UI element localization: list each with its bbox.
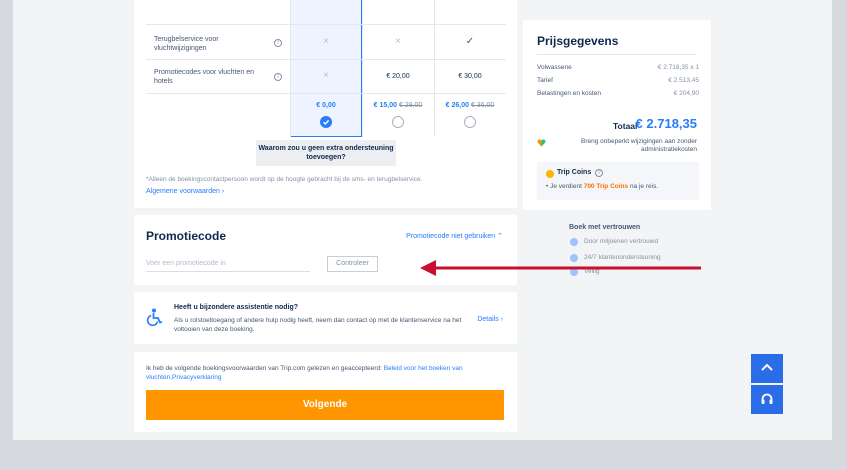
cell-value: € 20,00 [386, 73, 410, 80]
price-premium: € 26,00 € 36,00 [445, 102, 495, 109]
row-label: Promotiecodes voor vluchten en hotels [154, 69, 254, 85]
trip-coins-title: Trip Coins [557, 169, 592, 176]
trust-title: Boek met vertrouwen [569, 224, 641, 231]
next-button[interactable]: Volgende [146, 390, 504, 420]
contact-note: *Alleen de boekingscontactpersoon wordt … [146, 176, 423, 183]
annotation-arrow [420, 257, 702, 279]
check-circle-icon [570, 238, 578, 246]
included-icon: ✓ [465, 36, 475, 47]
help-icon[interactable]: ? [595, 169, 603, 177]
flex-change-text: Breng onbeperkt wijzigingen aan zonder a… [581, 138, 697, 153]
confirm-card: Ik heb de volgende boekingsvoorwaarden v… [134, 352, 517, 432]
not-included-icon: × [323, 70, 329, 81]
table-row: Terugbelservice voor vluchtwijzigingen i… [146, 24, 506, 60]
support-comparison-card: Terugbelservice voor vluchtwijzigingen i… [134, 0, 517, 208]
cell-value: € 30,00 [458, 73, 482, 80]
total-label: Totaal [613, 121, 638, 131]
price-line: Belastingen en kosten € 204,90 [537, 90, 699, 97]
wheelchair-icon [146, 308, 164, 326]
radio-plus[interactable] [392, 116, 404, 128]
trip-coins-box: Trip Coins ? • Je verdient 700 Trip Coin… [537, 162, 699, 200]
coin-icon [546, 170, 554, 178]
chevron-up-icon [761, 363, 773, 371]
price-row: € 0,00 € 15,00 € 29,00 € 26,00 € 36,00 [146, 94, 506, 137]
terms-link[interactable]: Algemene voorwaarden › [146, 188, 224, 195]
details-link[interactable]: Details › [477, 316, 503, 323]
check-icon [323, 119, 330, 126]
summary-title: Prijsgegevens [537, 34, 619, 48]
info-icon[interactable]: i [274, 73, 282, 81]
terms-statement: Ik heb de volgende boekingsvoorwaarden v… [146, 365, 463, 381]
promo-title: Promotiecode [146, 229, 227, 243]
check-promo-button[interactable]: Controleer [327, 256, 378, 272]
table-row: Promotiecodes voor vluchten en hotels i … [146, 60, 506, 94]
promo-toggle-link[interactable]: Promotiecode niet gebruiken ⌃ [406, 232, 503, 240]
info-icon[interactable]: i [274, 39, 282, 47]
radio-basic[interactable] [320, 116, 332, 128]
trip-coins-text: • Je verdient 700 Trip Coins na je reis. [546, 183, 659, 190]
why-no-extra-support-button[interactable]: Waarom zou u geen extra ondersteuning to… [256, 140, 396, 166]
price-line: Volwassene € 2.718,35 x 1 [537, 64, 699, 71]
not-included-icon: × [323, 36, 329, 47]
assistance-card: Heeft u bijzondere assistentie nodig? Al… [134, 292, 517, 344]
price-line: Tarief € 2.513,45 [537, 77, 699, 84]
total-value: € 2.718,35 [635, 116, 697, 131]
assistance-title: Heeft u bijzondere assistentie nodig? [174, 304, 299, 311]
promo-code-input[interactable]: Voer een promotiecode in [146, 256, 310, 272]
price-plus: € 15,00 € 29,00 [373, 102, 423, 109]
customer-support-button[interactable] [751, 385, 783, 414]
divider [537, 54, 697, 55]
price-basic: € 0,00 [316, 102, 336, 109]
radio-premium[interactable] [464, 116, 476, 128]
price-summary-card: Prijsgegevens Volwassene € 2.718,35 x 1 T… [523, 20, 711, 210]
assistance-body: Als u rolstoeltoegang of andere hulp nod… [174, 317, 462, 333]
row-label: Terugbelservice voor vluchtwijzigingen [154, 36, 219, 52]
not-included-icon: × [395, 36, 401, 47]
scroll-to-top-button[interactable] [751, 354, 783, 383]
headset-icon [761, 393, 773, 404]
flex-heart-icon [537, 139, 546, 147]
